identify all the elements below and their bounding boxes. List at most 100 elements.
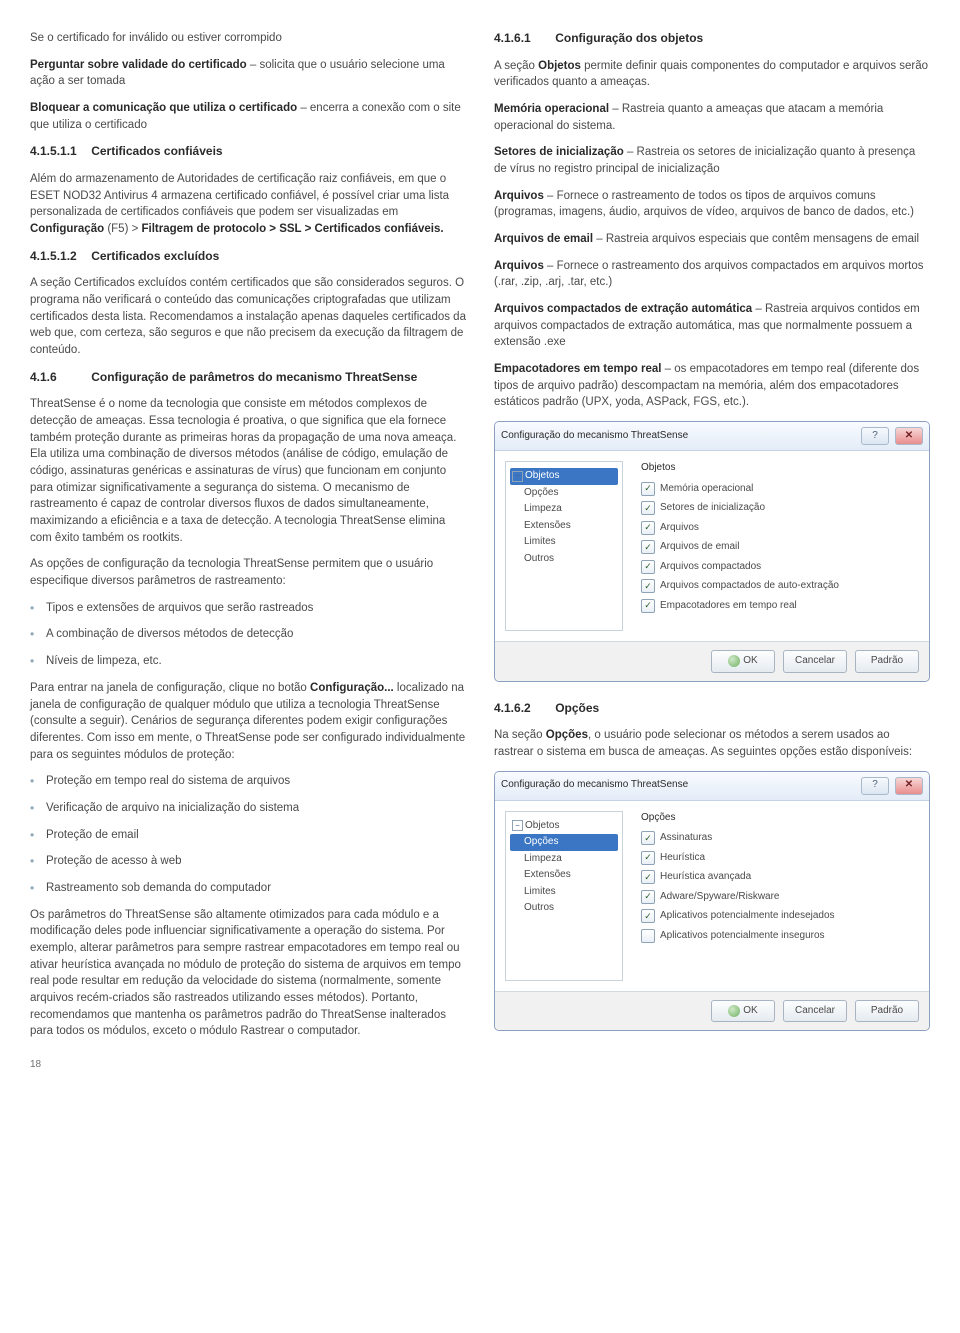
checkbox[interactable]: ✓ (641, 579, 655, 593)
help-button[interactable]: ? (861, 777, 889, 795)
tree-item-opções[interactable]: Opções (510, 485, 618, 502)
default-button-label: Padrão (871, 654, 903, 669)
left-p4b: Configuração (30, 223, 104, 235)
checkbox[interactable]: ✓ (641, 501, 655, 515)
checkbox[interactable]: ✓ (641, 521, 655, 535)
cancel-button[interactable]: Cancelar (783, 1000, 847, 1023)
left-p5: A seção Certificados excluídos contém ce… (30, 275, 466, 358)
left-p4d: Filtragem de protocolo > SSL > Certifica… (142, 223, 444, 235)
tree-item-label: Limites (524, 885, 556, 900)
heading-41512-title: Certificados excluídos (91, 249, 219, 263)
heading-41511-title: Certificados confiáveis (91, 144, 222, 158)
list-item: Proteção de acesso à web (30, 853, 466, 870)
help-button[interactable]: ? (861, 427, 889, 445)
close-button[interactable]: ✕ (895, 777, 923, 795)
tree-item-objetos[interactable]: − Objetos (510, 818, 618, 835)
def-set: Setores de inicialização – Rastreia os s… (494, 144, 930, 177)
def-auto: Arquivos compactados de extração automát… (494, 301, 930, 351)
cancel-button[interactable]: Cancelar (783, 650, 847, 673)
checkbox[interactable]: ✓ (641, 831, 655, 845)
checkbox-label: Arquivos compactados de auto-extração (660, 579, 839, 594)
dialog-title-text: Configuração do mecanismo ThreatSense (501, 778, 688, 793)
dialog-title-buttons: ?✕ (861, 777, 923, 795)
cancel-button-label: Cancelar (795, 654, 835, 669)
def-rt: Empacotadores em tempo real – os empacot… (494, 361, 930, 411)
checkbox-row: ✓Arquivos de email (641, 540, 919, 555)
close-button[interactable]: ✕ (895, 427, 923, 445)
dialog-body: − ObjetosOpçõesLimpezaExtensõesLimitesOu… (495, 451, 929, 641)
checkbox-row: ✓ Aplicativos potencialmente indesejados (641, 909, 919, 924)
def-em: Arquivos de email – Rastreia arquivos es… (494, 231, 930, 248)
heading-4162-num: 4.1.6.2 (494, 700, 552, 717)
tree-item-label: Objetos (525, 469, 559, 484)
ok-icon (728, 1005, 740, 1017)
checkbox[interactable]: ✓ (641, 870, 655, 884)
tree-toggle-icon[interactable]: − (512, 471, 523, 482)
dialog-footer: OK Cancelar Padrão (495, 991, 929, 1031)
left-p3-bold: Bloquear a comunicação que utiliza o cer… (30, 102, 297, 114)
tree-item-limites[interactable]: Limites (510, 534, 618, 551)
tree-item-outros[interactable]: Outros (510, 551, 618, 568)
checkbox[interactable]: ✓ (641, 890, 655, 904)
heading-41511-num: 4.1.5.1.1 (30, 143, 88, 160)
list-item: Níveis de limpeza, etc. (30, 653, 466, 670)
ok-button[interactable]: OK (711, 650, 775, 673)
default-button-label: Padrão (871, 1004, 903, 1019)
left-p4c: (F5) > (104, 223, 141, 235)
tree-item-extensões[interactable]: Extensões (510, 518, 618, 535)
threatsense-dialog-options: Configuração do mecanismo ThreatSense?✕−… (494, 771, 930, 1032)
tree-item-objetos[interactable]: − Objetos (510, 468, 618, 485)
dialog-pane: Opções✓Assinaturas✓Heurística✓Heurística… (641, 811, 919, 981)
checkbox-label: Adware/Spyware/Riskware (660, 890, 780, 905)
checkbox[interactable]: ✓ (641, 909, 655, 923)
default-button[interactable]: Padrão (855, 650, 919, 673)
checkbox[interactable]: ✓ (641, 482, 655, 496)
checkbox-label: Aplicativos potencialmente indesejados (660, 909, 835, 924)
def-mem-b: Memória operacional (494, 103, 609, 115)
right-p2: Na seção Opções, o usuário pode selecion… (494, 727, 930, 760)
list-item: Verificação de arquivo na inicialização … (30, 800, 466, 817)
left-p2-bold: Perguntar sobre validade do certificado (30, 59, 247, 71)
heading-4161-title: Configuração dos objetos (555, 31, 703, 45)
default-button[interactable]: Padrão (855, 1000, 919, 1023)
left-p4a: Além do armazenamento de Autoridades de … (30, 173, 449, 218)
tree-item-limites[interactable]: Limites (510, 884, 618, 901)
cancel-button-label: Cancelar (795, 1004, 835, 1019)
list-item: Tipos e extensões de arquivos que serão … (30, 600, 466, 617)
checkbox-row: ✓Arquivos (641, 521, 919, 536)
checkbox-label: Memória operacional (660, 482, 753, 497)
checkbox-row: ✓ Arquivos compactados de auto-extração (641, 579, 919, 594)
left-ul1: Tipos e extensões de arquivos que serão … (30, 600, 466, 670)
tree-item-outros[interactable]: Outros (510, 900, 618, 917)
def-auto-b: Arquivos compactados de extração automát… (494, 303, 752, 315)
dialog-body: − ObjetosOpçõesLimpezaExtensõesLimitesOu… (495, 801, 929, 991)
tree-item-label: Opções (524, 486, 558, 501)
tree-item-label: Limites (524, 535, 556, 550)
tree-item-limpeza[interactable]: Limpeza (510, 851, 618, 868)
checkbox[interactable] (641, 929, 655, 943)
checkbox[interactable]: ✓ (641, 540, 655, 554)
checkbox-row: ✓Heurística avançada (641, 870, 919, 885)
checkbox[interactable]: ✓ (641, 560, 655, 574)
list-item: Proteção em tempo real do sistema de arq… (30, 773, 466, 790)
checkbox-row: Aplicativos potencialmente inseguros (641, 929, 919, 944)
left-p8b: Configuração... (310, 682, 394, 694)
checkbox[interactable]: ✓ (641, 851, 655, 865)
checkbox[interactable]: ✓ (641, 599, 655, 613)
threatsense-dialog-objects: Configuração do mecanismo ThreatSense?✕−… (494, 421, 930, 682)
ok-button[interactable]: OK (711, 1000, 775, 1023)
left-p1: Se o certificado for inválido ou estiver… (30, 30, 466, 47)
tree-item-opções[interactable]: Opções (510, 834, 618, 851)
tree-toggle-icon[interactable]: − (512, 820, 523, 831)
tree-item-extensões[interactable]: Extensões (510, 867, 618, 884)
tree-item-label: Objetos (525, 819, 559, 834)
left-p4: Além do armazenamento de Autoridades de … (30, 171, 466, 238)
checkbox-label: Arquivos compactados (660, 560, 761, 575)
tree-item-limpeza[interactable]: Limpeza (510, 501, 618, 518)
left-ul2: Proteção em tempo real do sistema de arq… (30, 773, 466, 896)
heading-4162: 4.1.6.2 Opções (494, 700, 930, 718)
def-arq2-r: – Fornece o rastreamento dos arquivos co… (494, 260, 924, 289)
dialog-pane: Objetos✓Memória operacional✓Setores de i… (641, 461, 919, 631)
heading-4162-title: Opções (555, 701, 599, 715)
ok-button-label: OK (743, 654, 757, 669)
